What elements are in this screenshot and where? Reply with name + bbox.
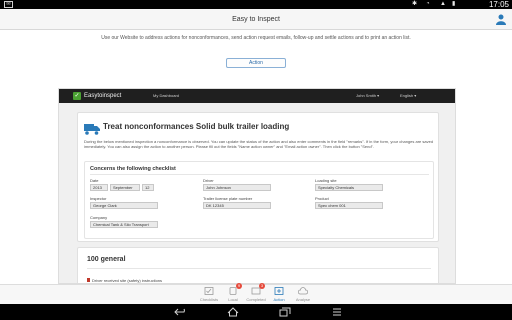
date-day-select[interactable]: 12 xyxy=(142,184,154,191)
inspector-label: Inspector xyxy=(90,196,107,201)
company-field[interactable]: Chemical Tank & Silo Transport xyxy=(90,221,158,228)
loading-site-label: Loading site xyxy=(315,178,337,183)
section-title: 100 general xyxy=(87,256,126,263)
checklist-icon xyxy=(204,287,214,295)
language-menu[interactable]: English ▾ xyxy=(400,89,416,103)
date-month-select[interactable]: September xyxy=(110,184,140,191)
tab-checklists[interactable]: Checklists xyxy=(196,285,222,305)
user-menu[interactable]: John Smith ▾ xyxy=(356,89,379,103)
checklist-panel: Concerns the following checklist Date 20… xyxy=(84,161,434,239)
intro-text: Use our Website to address actions for n… xyxy=(101,35,411,41)
status-marker xyxy=(87,278,90,282)
cloud-icon xyxy=(298,287,308,295)
loading-site-field[interactable]: Specialty Chemicals xyxy=(315,184,383,191)
local-badge: 9 xyxy=(236,283,242,289)
recent-apps-icon[interactable] xyxy=(278,307,292,317)
date-year-select[interactable]: 2013 xyxy=(90,184,108,191)
section-card: 100 general Driver received site (safety… xyxy=(77,247,439,283)
web-frame: ✓ Easytoinspect My Dashboard John Smith … xyxy=(58,88,456,284)
battery-icon: ▮ xyxy=(452,1,456,7)
nav-dashboard-link[interactable]: My Dashboard xyxy=(153,89,179,103)
completed-badge: 3 xyxy=(259,283,265,289)
tab-analyse[interactable]: Analyse xyxy=(290,285,316,305)
inspector-field[interactable]: George Clark xyxy=(90,202,158,209)
action-button[interactable]: Action xyxy=(226,58,286,68)
divider xyxy=(90,174,429,175)
system-nav-bar xyxy=(0,304,512,320)
trailer-label: Trailer license plate number xyxy=(203,196,253,201)
card-title: Treat nonconformances Solid bulk trailer… xyxy=(103,122,290,131)
menu-icon[interactable] xyxy=(330,307,344,317)
check-logo-icon[interactable]: ✓ xyxy=(73,92,81,100)
wifi-icon: ◔ xyxy=(426,1,430,7)
back-icon[interactable] xyxy=(174,307,188,317)
trailer-field[interactable]: DK 12345 xyxy=(203,202,271,209)
product-label: Product xyxy=(315,196,329,201)
tab-action[interactable]: Action xyxy=(266,285,292,305)
driver-field[interactable]: John Johnson xyxy=(203,184,271,191)
site-brand[interactable]: Easytoinspect xyxy=(84,89,121,103)
bottom-tab-bar: Checklists 9 Local 3 Completed Action An… xyxy=(0,283,512,305)
home-icon[interactable] xyxy=(226,307,240,317)
treat-card: Treat nonconformances Solid bulk trailer… xyxy=(77,112,439,242)
product-field[interactable]: Spec chem 001 xyxy=(315,202,383,209)
card-description: During the below mentioned inspection a … xyxy=(84,139,434,149)
date-label: Date xyxy=(90,178,99,183)
bluetooth-icon: ✱ xyxy=(412,1,418,7)
user-icon[interactable] xyxy=(496,14,506,25)
app-title: Easy to Inspect xyxy=(232,16,280,23)
signal-icon: ▲ xyxy=(440,1,446,7)
clock: 17:05 xyxy=(488,0,509,9)
app-bar: Easy to Inspect xyxy=(0,9,512,30)
section-item[interactable]: Driver received site (safety) instructio… xyxy=(92,278,162,283)
notification-icon: ✉ xyxy=(4,1,13,8)
driver-label: Driver xyxy=(203,178,214,183)
site-navbar: ✓ Easytoinspect My Dashboard John Smith … xyxy=(59,89,455,103)
checklist-title: Concerns the following checklist xyxy=(90,166,176,172)
company-label: Company xyxy=(90,215,108,220)
action-icon xyxy=(274,287,284,295)
status-bar: ✉ ✱ ◔ ▲ ▮ 17:05 xyxy=(0,0,512,9)
divider xyxy=(87,268,431,269)
truck-icon xyxy=(84,124,100,135)
